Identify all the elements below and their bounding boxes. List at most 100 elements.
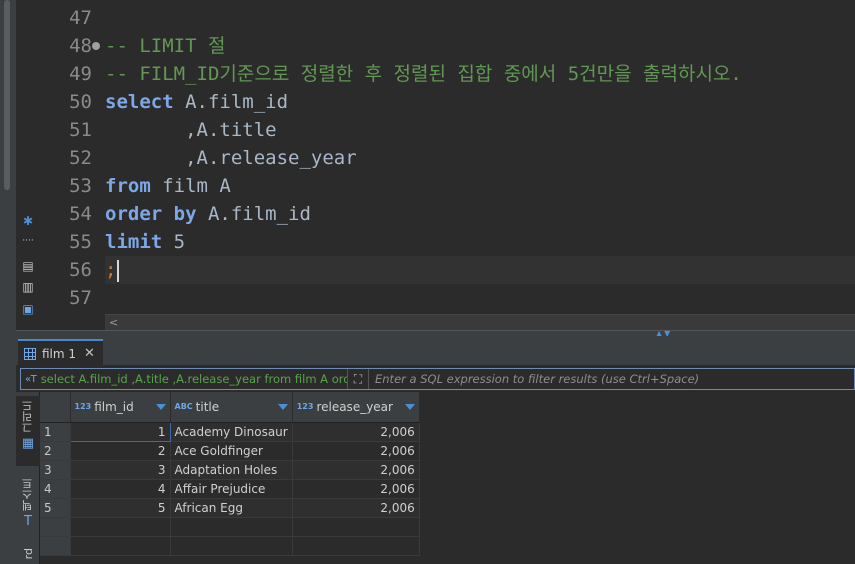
code-line[interactable]: select A.film_id <box>105 88 855 116</box>
close-icon[interactable]: ✕ <box>84 346 95 361</box>
column-name: release_year <box>316 399 393 414</box>
line-number: 55 <box>69 231 92 253</box>
code-text: A.film_id <box>196 203 311 225</box>
code-line[interactable]: order by A.film_id <box>105 200 855 228</box>
cell-title[interactable]: African Egg <box>170 498 293 518</box>
code-line[interactable] <box>105 284 855 312</box>
punctuation: ; <box>105 259 117 281</box>
cell-film-id[interactable]: 2 <box>70 441 171 461</box>
sql-editor[interactable]: ✱ ···· ▤ ▥ ▣ 47 48 49 50 51 52 53 54 55 … <box>16 0 855 330</box>
string-type-icon: ABC <box>174 402 193 412</box>
result-grid[interactable]: 123 film_id ABC title 123 release_year 1 1 … <box>40 392 855 564</box>
cell-release-year[interactable]: 2,006 <box>292 479 420 499</box>
table-row[interactable]: 4 4 Affair Prejudice 2,006 <box>40 479 420 499</box>
cell-title[interactable]: Affair Prejudice <box>170 479 293 499</box>
current-code-line[interactable]: ; <box>105 256 855 284</box>
line-number: 48 <box>69 35 92 57</box>
code-area[interactable]: -- LIMIT 절 -- FILM_ID기준으로 정렬한 후 정렬된 집합 중… <box>92 4 855 312</box>
cell-release-year[interactable]: 2,006 <box>292 460 420 480</box>
cell-release-year[interactable]: 2,006 <box>292 441 420 461</box>
column-header-release-year[interactable]: 123 release_year <box>292 392 420 423</box>
numeric-type-icon: 123 <box>296 402 314 412</box>
column-header-film-id[interactable]: 123 film_id <box>70 392 171 423</box>
keyword: limit <box>105 231 163 253</box>
empty-row <box>40 536 420 556</box>
export-icon[interactable]: ▣ <box>21 302 35 316</box>
keyword: select <box>105 91 174 113</box>
table-row[interactable]: 1 1 Academy Dinosaur 2,006 <box>40 421 420 442</box>
side-tab-grid[interactable]: 그리드 ▦ <box>16 396 40 466</box>
cell-film-id[interactable]: 1 <box>69 421 171 442</box>
gear-icon[interactable]: ✱ <box>21 214 35 228</box>
sort-dropdown-icon[interactable] <box>404 403 415 410</box>
more-icon[interactable]: ···· <box>21 234 35 248</box>
text-caret <box>117 259 120 282</box>
column-name: title <box>195 399 220 414</box>
expand-icon[interactable]: ⛶ <box>347 369 369 389</box>
sort-dropdown-icon[interactable] <box>277 403 288 410</box>
cell-title[interactable]: Adaptation Holes <box>170 460 293 480</box>
sort-dropdown-icon[interactable] <box>155 403 166 410</box>
code-line[interactable]: from film A <box>105 172 855 200</box>
result-tab-bar: film 1 ✕ <box>16 336 855 366</box>
horizontal-scrollbar[interactable]: < <box>105 314 855 330</box>
column-header-title[interactable]: ABC title <box>170 392 293 423</box>
table-row[interactable]: 3 3 Adaptation Holes 2,006 <box>40 460 420 480</box>
filter-box: «T select A.film_id ,A.title ,A.release_… <box>20 368 855 390</box>
line-number: 49 <box>69 63 92 85</box>
code-line[interactable]: limit 5 <box>105 228 855 256</box>
row-number[interactable]: 1 <box>40 422 71 442</box>
text-icon: T <box>24 514 32 529</box>
comment: -- FILM_ID기준으로 정렬한 후 정렬된 집합 중에서 5건만을 출력하… <box>105 63 742 85</box>
document-icon[interactable]: ▤ <box>21 259 35 273</box>
scroll-left-icon[interactable]: < <box>109 315 118 330</box>
code-line[interactable]: -- LIMIT 절 <box>92 32 855 60</box>
vertical-scroll-thumb[interactable] <box>4 0 10 190</box>
row-number[interactable]: 2 <box>40 441 71 461</box>
code-line[interactable]: -- FILM_ID기준으로 정렬한 후 정렬된 집합 중에서 5건만을 출력하… <box>105 60 855 88</box>
code-line[interactable]: ,A.release_year <box>105 144 855 172</box>
line-number: 57 <box>69 287 92 309</box>
side-tab-text[interactable]: 텍스트 T <box>16 478 40 538</box>
grid-icon: ▦ <box>21 436 35 451</box>
side-tab-text-label: 텍스트 <box>21 478 34 511</box>
code-text: film A <box>150 175 231 197</box>
code-line[interactable] <box>105 4 855 32</box>
row-number[interactable]: 4 <box>40 479 71 499</box>
code-text: ,A.title <box>105 119 277 141</box>
cell-film-id[interactable]: 4 <box>70 479 171 499</box>
tab-film-1[interactable]: film 1 ✕ <box>18 339 103 366</box>
numeric-type-icon: 123 <box>74 402 92 412</box>
cell-title[interactable]: Ace Goldfinger <box>170 441 293 461</box>
side-tab-grid-label: 그리드 <box>21 400 34 433</box>
table-row[interactable]: 2 2 Ace Goldfinger 2,006 <box>40 441 420 461</box>
keyword: from <box>105 175 151 197</box>
line-number: 47 <box>69 7 92 29</box>
line-number: 51 <box>69 119 92 141</box>
empty-row <box>40 517 420 537</box>
left-gutter-strip <box>0 0 16 564</box>
line-number: 54 <box>69 203 92 225</box>
row-number-header[interactable] <box>40 392 71 423</box>
filter-query-history[interactable]: «T select A.film_id ,A.title ,A.release_… <box>21 372 347 386</box>
filter-input[interactable] <box>369 369 854 389</box>
table-row[interactable]: 5 5 African Egg 2,006 <box>40 498 420 518</box>
side-tab-record-label: rd <box>21 548 35 560</box>
fold-marker-icon[interactable] <box>92 42 100 50</box>
keyword: order by <box>105 203 197 225</box>
row-number[interactable]: 3 <box>40 460 71 480</box>
cell-release-year[interactable]: 2,006 <box>292 498 420 518</box>
code-line[interactable]: ,A.title <box>105 116 855 144</box>
tab-label: film 1 <box>42 346 77 361</box>
cell-film-id[interactable]: 3 <box>70 460 171 480</box>
line-number: 50 <box>69 91 92 113</box>
line-number: 52 <box>69 147 92 169</box>
document-error-icon[interactable]: ▥ <box>21 280 35 294</box>
cell-title[interactable]: Academy Dinosaur <box>170 422 293 442</box>
table-icon <box>24 347 36 360</box>
cell-film-id[interactable]: 5 <box>70 498 171 518</box>
code-text: ,A.release_year <box>105 147 357 169</box>
cell-release-year[interactable]: 2,006 <box>292 422 420 442</box>
row-number[interactable]: 5 <box>40 498 71 518</box>
side-tab-record[interactable]: rd <box>16 548 40 564</box>
